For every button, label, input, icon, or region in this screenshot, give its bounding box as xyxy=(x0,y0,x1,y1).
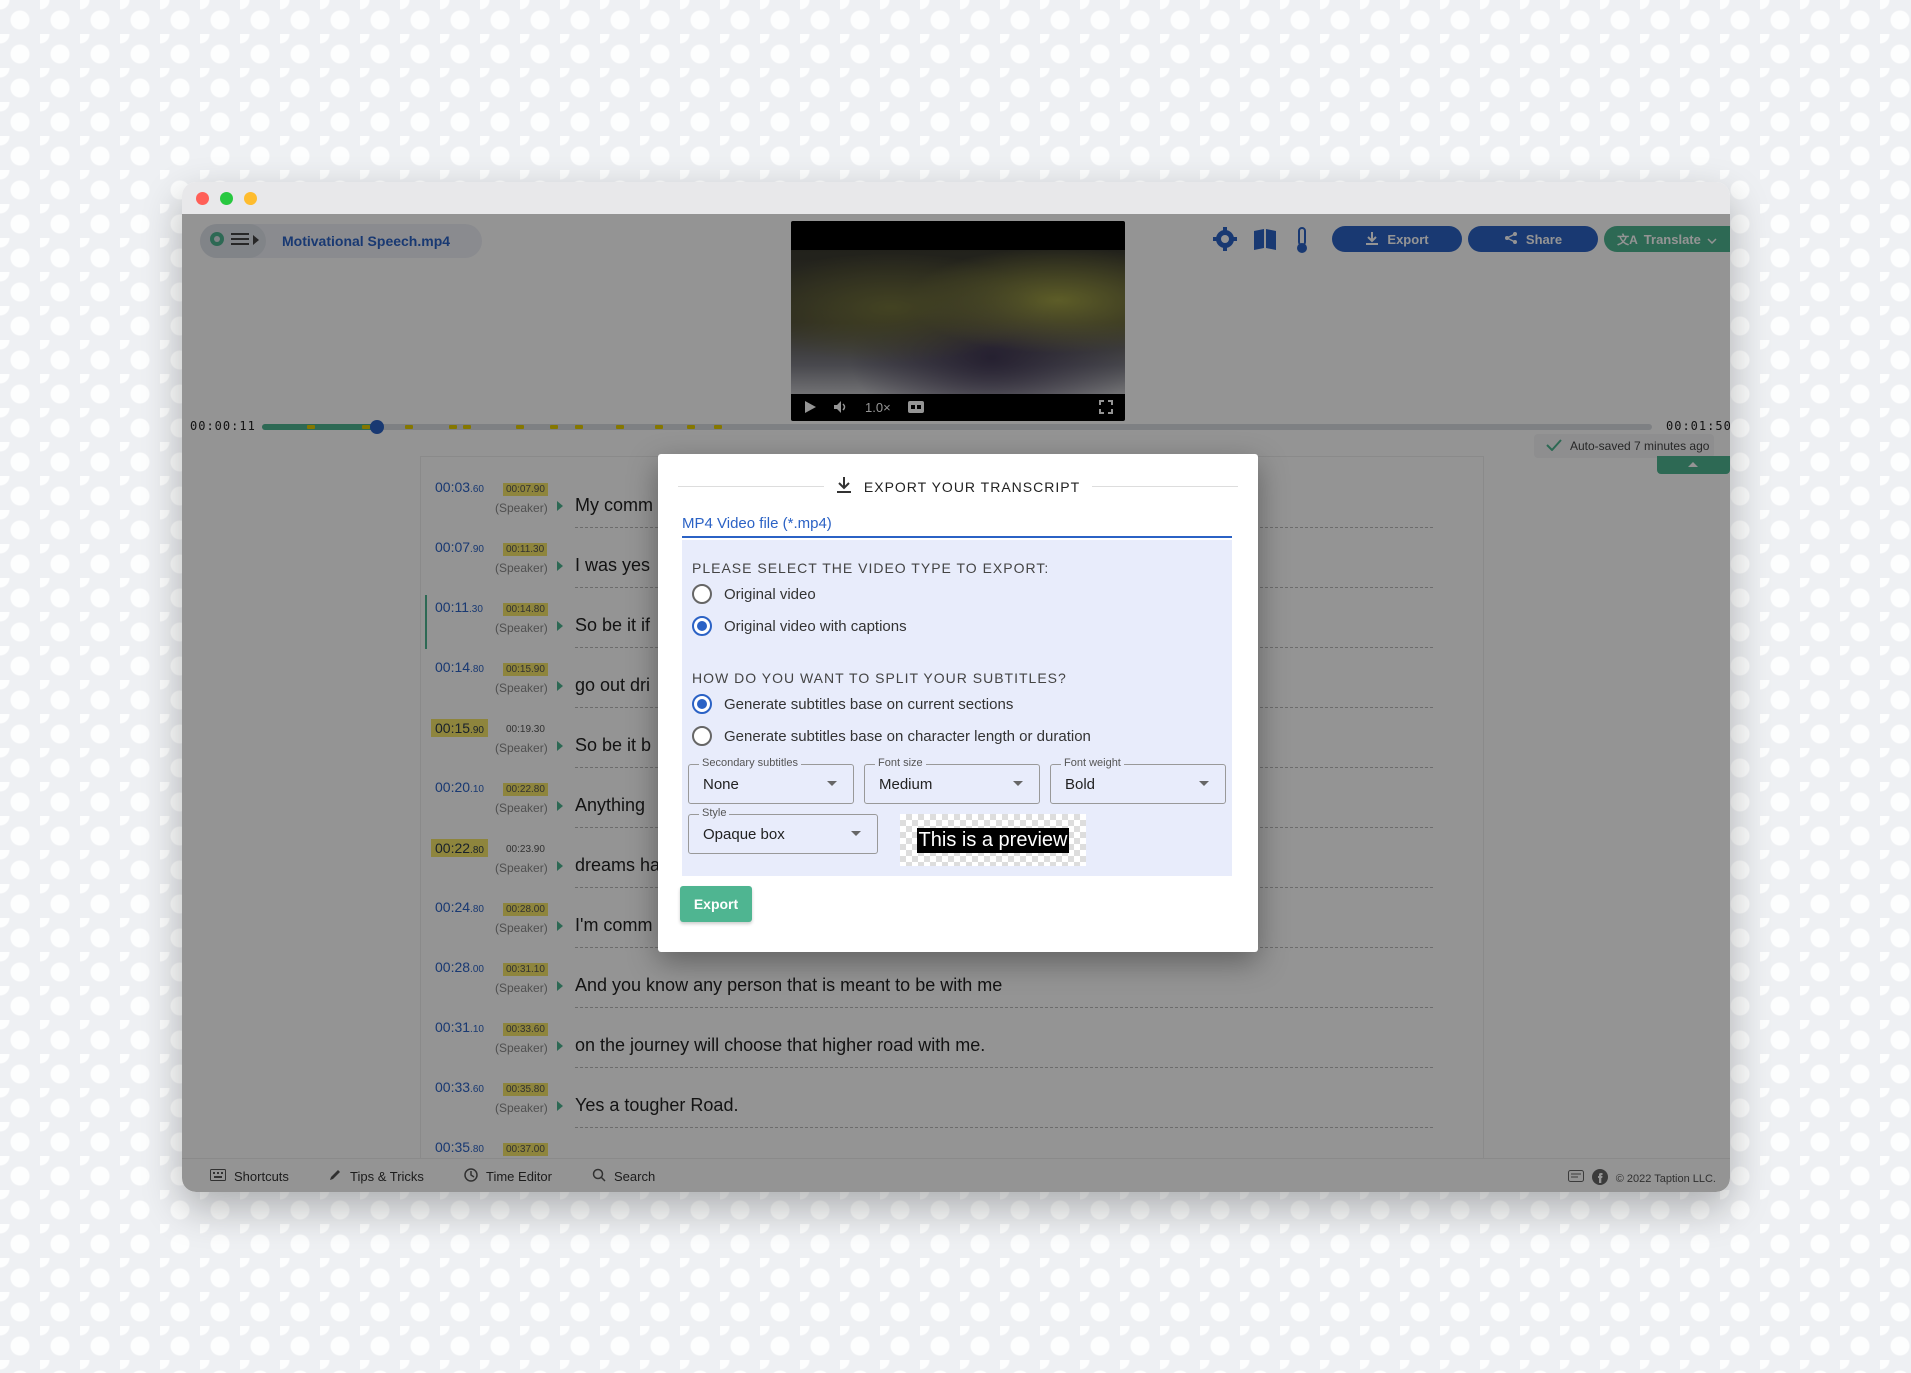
field-label: Secondary subtitles xyxy=(699,757,801,769)
app-window: Motivational Speech.mp4 1.0× Export Shar… xyxy=(182,182,1730,1192)
export-options-panel: PLEASE SELECT THE VIDEO TYPE TO EXPORT: … xyxy=(682,540,1232,876)
radio-split-current-sections[interactable]: Generate subtitles base on current secti… xyxy=(692,694,1013,714)
field-label: Font size xyxy=(875,757,926,769)
export-dialog: EXPORT YOUR TRANSCRIPT MP4 Video file (*… xyxy=(658,454,1258,952)
radio-label: Original video with captions xyxy=(724,617,907,635)
radio-label: Original video xyxy=(724,585,816,603)
radio-button[interactable] xyxy=(692,584,712,604)
radio-label: Generate subtitles base on character len… xyxy=(724,727,1091,745)
field-value: None xyxy=(703,776,739,793)
field-label: Style xyxy=(699,807,730,819)
caret-down-icon xyxy=(827,781,837,786)
radio-button[interactable] xyxy=(692,726,712,746)
export-format-value: MP4 Video file (*.mp4) xyxy=(682,515,832,532)
modal-export-button[interactable]: Export xyxy=(680,886,752,922)
download-icon xyxy=(836,476,852,497)
radio-label: Generate subtitles base on current secti… xyxy=(724,695,1014,713)
minimize-window-button[interactable] xyxy=(220,192,233,205)
subtitle-preview: This is a preview xyxy=(900,814,1086,866)
app-body: Motivational Speech.mp4 1.0× Export Shar… xyxy=(182,214,1730,1192)
preview-text: This is a preview xyxy=(916,827,1070,853)
radio-button[interactable] xyxy=(692,616,712,636)
modal-title-row: EXPORT YOUR TRANSCRIPT xyxy=(678,476,1239,497)
caret-down-icon xyxy=(851,831,861,836)
split-heading: HOW DO YOU WANT TO SPLIT YOUR SUBTITLES? xyxy=(692,670,1067,686)
font-size-select[interactable]: Font size Medium xyxy=(864,757,1040,804)
close-window-button[interactable] xyxy=(196,192,209,205)
radio-split-length-duration[interactable]: Generate subtitles base on character len… xyxy=(692,726,1091,746)
zoom-window-button[interactable] xyxy=(244,192,257,205)
export-format-select[interactable]: MP4 Video file (*.mp4) xyxy=(682,512,1232,538)
caret-down-icon xyxy=(1013,781,1023,786)
field-value: Opaque box xyxy=(703,826,785,843)
caret-down-icon xyxy=(1199,781,1209,786)
secondary-subtitles-select[interactable]: Secondary subtitles None xyxy=(688,757,854,804)
field-label: Font weight xyxy=(1061,757,1124,769)
field-value: Medium xyxy=(879,776,933,793)
style-select[interactable]: Style Opaque box xyxy=(688,807,878,854)
window-titlebar xyxy=(182,182,1730,214)
modal-title: EXPORT YOUR TRANSCRIPT xyxy=(863,478,1081,495)
field-value: Bold xyxy=(1065,776,1096,793)
radio-original-video[interactable]: Original video xyxy=(692,584,816,604)
font-weight-select[interactable]: Font weight Bold xyxy=(1050,757,1226,804)
video-type-heading: PLEASE SELECT THE VIDEO TYPE TO EXPORT: xyxy=(692,560,1050,576)
modal-export-label: Export xyxy=(693,896,739,912)
radio-button[interactable] xyxy=(692,694,712,714)
radio-original-video-with-captions[interactable]: Original video with captions xyxy=(692,616,907,636)
